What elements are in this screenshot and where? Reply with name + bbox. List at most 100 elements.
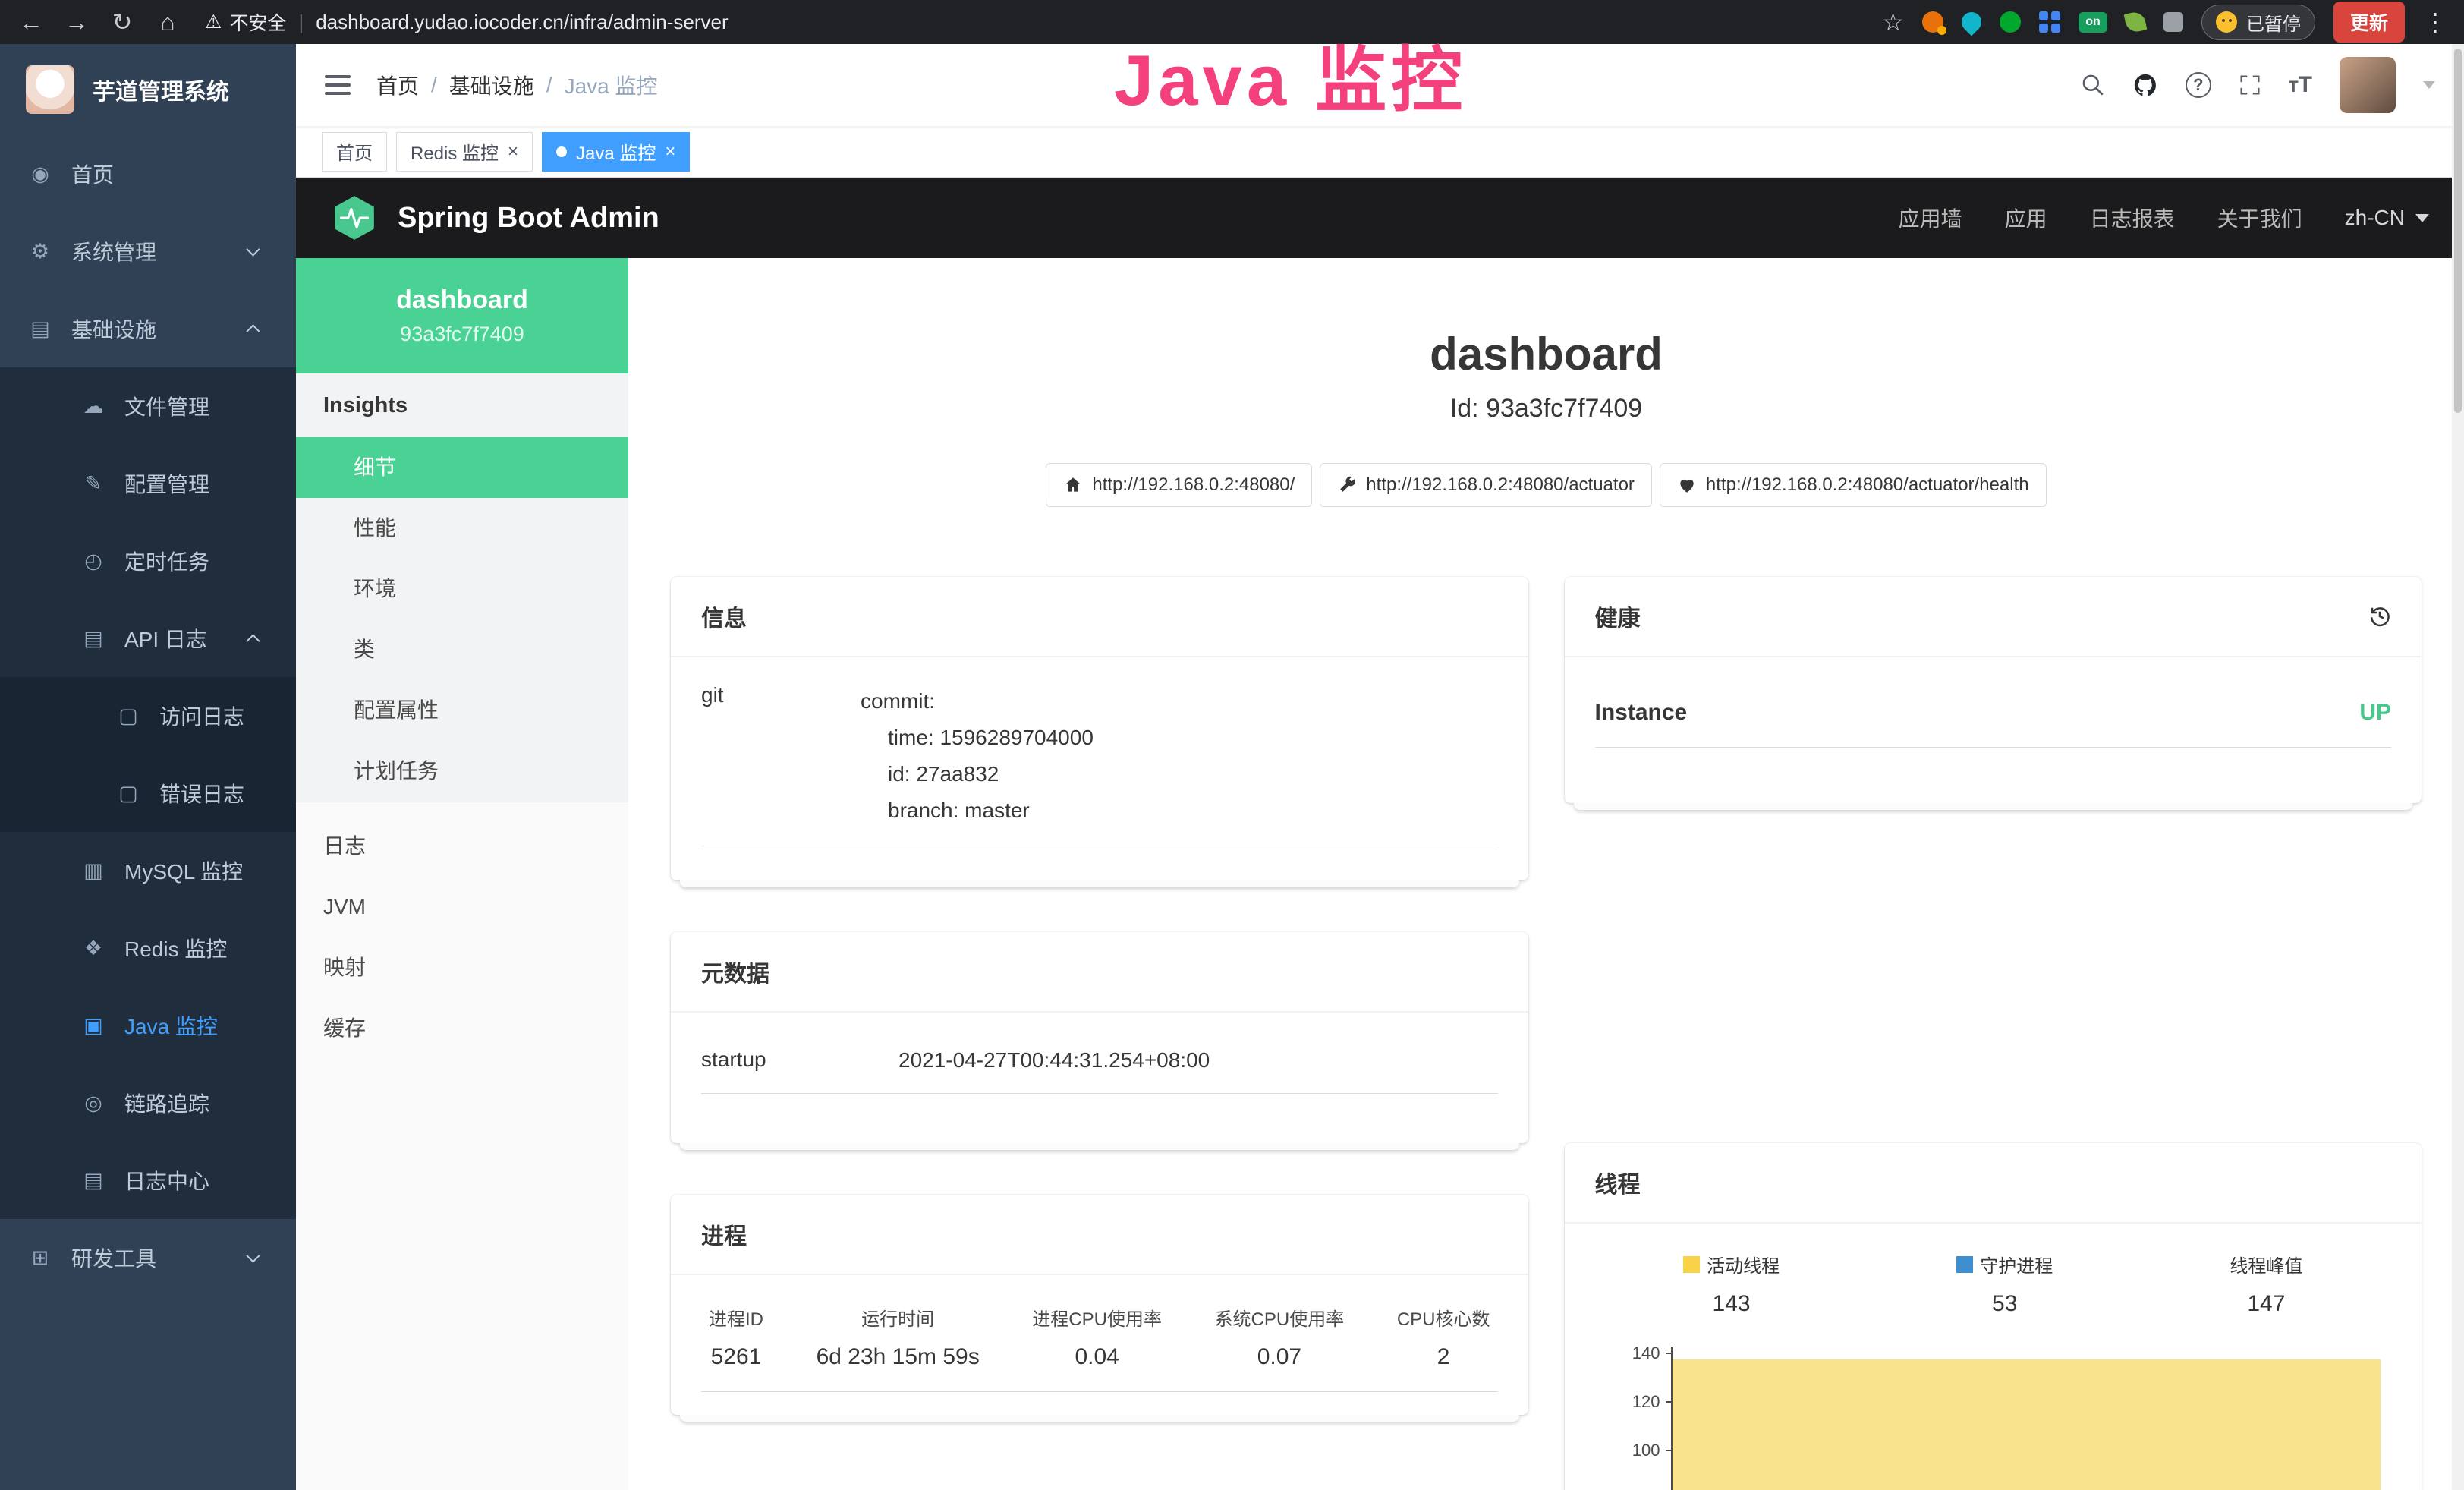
fullscreen-icon[interactable] xyxy=(2239,74,2261,96)
security-warning[interactable]: ⚠ 不安全 xyxy=(205,8,286,36)
sba-nav-about[interactable]: 关于我们 xyxy=(2217,203,2302,233)
chevron-up-icon xyxy=(246,634,260,647)
url-text[interactable]: dashboard.yudao.iocoder.cn/infra/admin-s… xyxy=(316,11,728,34)
health-instance-row: Instance UP xyxy=(1595,688,2392,748)
info-row-git: git commit: time: 1596289704000 id: 27aa… xyxy=(701,683,1498,849)
sidebar-item-scheduled-tasks[interactable]: ◴ 定时任务 xyxy=(0,522,296,600)
sidebar-extra-items: 日志 JVM 映射 缓存 xyxy=(296,802,628,1059)
stat-system-cpu: 系统CPU使用率 0.07 xyxy=(1215,1304,1345,1370)
edit-icon: ✎ xyxy=(80,472,106,496)
extension-drop-icon[interactable] xyxy=(1958,8,1986,36)
sba-brand[interactable]: Spring Boot Admin xyxy=(331,194,659,241)
font-size-icon[interactable]: TT xyxy=(2289,72,2312,98)
sidebar-item-log-center[interactable]: ▤ 日志中心 xyxy=(0,1142,296,1219)
chevron-down-icon xyxy=(2415,214,2429,222)
browser-home-icon[interactable]: ⌂ xyxy=(153,8,182,36)
log-center-icon: ▤ xyxy=(80,1169,106,1192)
tab-java-monitor[interactable]: Java 监控 × xyxy=(542,132,690,172)
scrollbar-thumb[interactable] xyxy=(2454,49,2462,413)
hamburger-icon[interactable] xyxy=(325,75,351,95)
avatar-caret-icon[interactable] xyxy=(2423,81,2435,89)
stat-pid: 进程ID 5261 xyxy=(709,1304,763,1370)
sidebar-item-access-logs[interactable]: ▢ 访问日志 xyxy=(0,677,296,754)
help-icon[interactable]: ? xyxy=(2186,72,2211,98)
tab-logs[interactable]: 日志 xyxy=(296,816,628,877)
close-icon[interactable]: × xyxy=(508,141,518,162)
page-subtitle: Id: 93a3fc7f7409 xyxy=(671,394,2422,424)
home-icon xyxy=(1063,475,1083,495)
extension-orange-icon[interactable] xyxy=(1922,11,1943,33)
java-monitor-icon: ▣ xyxy=(80,1014,106,1038)
github-icon[interactable] xyxy=(2132,72,2158,98)
extension-grid-icon[interactable] xyxy=(2039,11,2060,33)
stat-uptime: 运行时间 6d 23h 15m 59s xyxy=(817,1304,980,1370)
instance-header-block[interactable]: dashboard 93a3fc7f7409 xyxy=(296,258,628,373)
breadcrumb-section[interactable]: 基础设施 xyxy=(449,70,534,100)
sidebar-item-config-management[interactable]: ✎ 配置管理 xyxy=(0,445,296,522)
extension-leaf-icon[interactable] xyxy=(2124,11,2148,34)
sidebar-item-home[interactable]: ◉ 首页 xyxy=(0,135,296,213)
tab-home[interactable]: 首页 xyxy=(322,132,387,172)
error-log-icon: ▢ xyxy=(115,782,141,805)
app-title: 芋道管理系统 xyxy=(93,73,229,106)
user-avatar[interactable] xyxy=(2340,57,2396,113)
sidebar-item-api-logs[interactable]: ▤ API 日志 xyxy=(0,600,296,677)
threads-card-header: 线程 xyxy=(1565,1143,2422,1224)
sidebar-item-mysql-monitor[interactable]: ▥ MySQL 监控 xyxy=(0,832,296,909)
browser-forward-icon[interactable]: → xyxy=(62,8,91,36)
breadcrumb-home[interactable]: 首页 xyxy=(376,70,419,100)
tab-jvm[interactable]: JVM xyxy=(296,877,628,937)
page-scrollbar[interactable] xyxy=(2452,44,2464,1490)
app-sidebar: 芋道管理系统 ◉ 首页 ⚙ 系统管理 ▤ 基础设施 ☁ 文件管理 ✎ 配置管理 … xyxy=(0,44,296,1490)
sidebar-nav: ◉ 首页 ⚙ 系统管理 ▤ 基础设施 ☁ 文件管理 ✎ 配置管理 ◴ 定时任务 … xyxy=(0,135,296,1296)
sba-nav-applications[interactable]: 应用 xyxy=(2005,203,2047,233)
sidebar-item-link-tracing[interactable]: ◎ 链路追踪 xyxy=(0,1064,296,1142)
browser-update-button[interactable]: 更新 xyxy=(2333,2,2405,43)
sba-nav-wallboard[interactable]: 应用墙 xyxy=(1899,203,1962,233)
browser-menu-icon[interactable]: ⋮ xyxy=(2423,8,2447,36)
locale-selector[interactable]: zh-CN xyxy=(2345,206,2429,230)
actuator-url-button[interactable]: http://192.168.0.2:48080/actuator xyxy=(1320,463,1652,507)
profile-paused-chip[interactable]: 已暂停 xyxy=(2201,5,2315,40)
bookmark-star-icon[interactable]: ☆ xyxy=(1882,8,1904,36)
heart-icon xyxy=(1677,475,1697,495)
cloud-icon: ☁ xyxy=(80,395,106,418)
toolbox-icon: ⊞ xyxy=(27,1246,53,1270)
address-bar[interactable]: ⚠ 不安全 | dashboard.yudao.iocoder.cn/infra… xyxy=(205,8,1865,36)
sidebar-item-dev-tools[interactable]: ⊞ 研发工具 xyxy=(0,1219,296,1296)
legend-daemon-threads: 守护进程 53 xyxy=(1956,1251,2053,1317)
browser-reload-icon[interactable]: ↻ xyxy=(108,8,137,36)
extension-green-icon[interactable] xyxy=(2000,11,2021,33)
tab-caches[interactable]: 缓存 xyxy=(296,998,628,1059)
tab-classes[interactable]: 类 xyxy=(296,619,628,680)
health-card: 健康 Instance UP xyxy=(1565,577,2422,803)
sidebar-item-redis-monitor[interactable]: ❖ Redis 监控 xyxy=(0,909,296,987)
sidebar-item-infrastructure[interactable]: ▤ 基础设施 xyxy=(0,290,296,367)
threads-card: 线程 活动线程 143 xyxy=(1565,1143,2422,1490)
extension-on-badge[interactable]: on xyxy=(2079,12,2107,33)
tab-performance[interactable]: 性能 xyxy=(296,498,628,559)
status-badge: UP xyxy=(2359,700,2391,726)
info-card: 信息 git commit: time: 1596289704000 id: 2… xyxy=(671,577,1528,880)
health-url-button[interactable]: http://192.168.0.2:48080/actuator/health xyxy=(1660,463,2047,507)
sidebar-item-error-logs[interactable]: ▢ 错误日志 xyxy=(0,754,296,832)
search-icon[interactable] xyxy=(2081,73,2105,97)
tab-redis-monitor[interactable]: Redis 监控 × xyxy=(396,132,533,172)
tab-environment[interactable]: 环境 xyxy=(296,559,628,619)
tab-details[interactable]: 细节 xyxy=(296,437,628,498)
tab-config-properties[interactable]: 配置属性 xyxy=(296,680,628,741)
sidebar-item-file-management[interactable]: ☁ 文件管理 xyxy=(0,367,296,445)
history-icon[interactable] xyxy=(2368,605,2391,628)
browser-back-icon[interactable]: ← xyxy=(17,8,46,36)
sba-nav-journal[interactable]: 日志报表 xyxy=(2090,203,2175,233)
tab-mappings[interactable]: 映射 xyxy=(296,937,628,998)
close-icon[interactable]: × xyxy=(665,141,675,162)
sidebar-item-system-management[interactable]: ⚙ 系统管理 xyxy=(0,213,296,290)
extensions-puzzle-icon[interactable] xyxy=(2163,12,2183,32)
sidebar-item-java-monitor[interactable]: ▣ Java 监控 xyxy=(0,987,296,1064)
tab-scheduled-tasks[interactable]: 计划任务 xyxy=(296,741,628,802)
app-logo[interactable]: 芋道管理系统 xyxy=(0,44,296,135)
service-url-button[interactable]: http://192.168.0.2:48080/ xyxy=(1046,463,1312,507)
header-actions: ? TT xyxy=(2081,57,2435,113)
instance-links: http://192.168.0.2:48080/ http://192.168… xyxy=(671,463,2422,507)
